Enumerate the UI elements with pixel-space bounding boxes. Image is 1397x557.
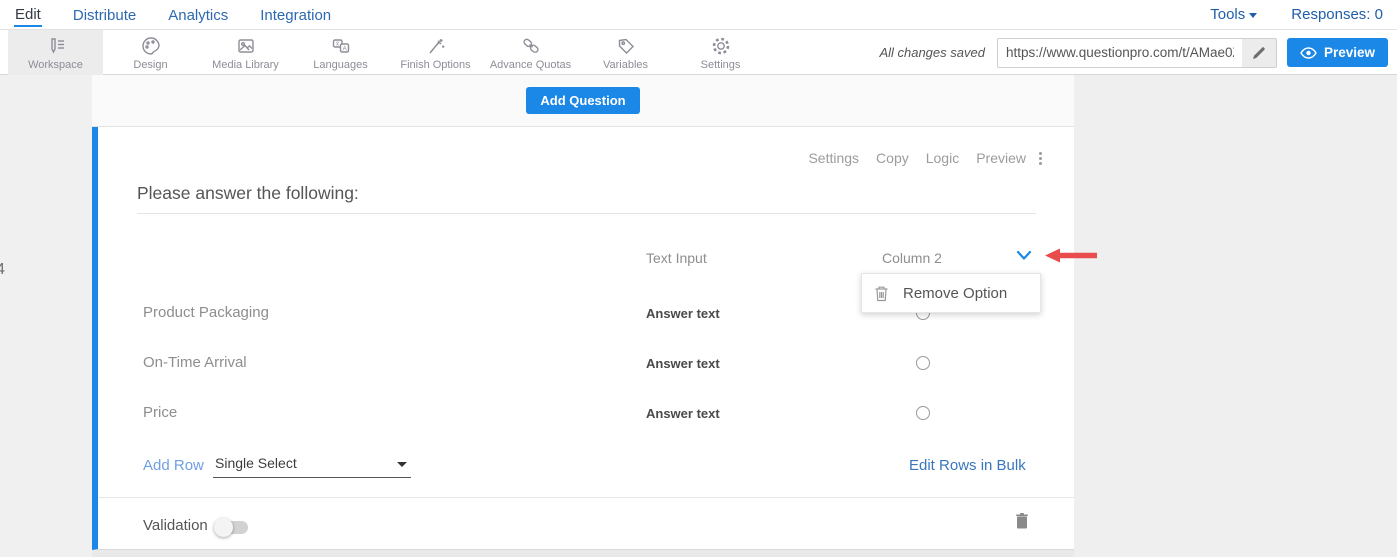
question-settings-link[interactable]: Settings [808, 150, 859, 166]
toolbar-item-workspace[interactable]: Workspace [8, 30, 103, 75]
question-number: 4 [0, 261, 5, 279]
toolbar-item-languages[interactable]: x̄A Languages [293, 30, 388, 75]
card-divider [98, 497, 1074, 498]
delete-question-trash-icon[interactable] [1014, 512, 1030, 534]
tools-label: Tools [1210, 6, 1245, 23]
variables-tag-icon [615, 35, 637, 57]
toolbar-label: Media Library [212, 59, 279, 71]
row-type-select[interactable]: Single Select [213, 453, 411, 478]
toolbar-item-media-library[interactable]: Media Library [198, 30, 293, 75]
responses-count[interactable]: Responses: 0 [1291, 6, 1383, 23]
answer-text-field[interactable]: Answer text [646, 306, 720, 321]
toolbar-label: Advance Quotas [490, 59, 571, 71]
languages-icon: x̄A [330, 35, 352, 57]
trash-outline-icon [874, 285, 889, 302]
edit-url-pencil-icon[interactable] [1242, 45, 1276, 61]
toolbar-item-finish-options[interactable]: Finish Options [388, 30, 483, 75]
question-card: Settings Copy Logic Preview Please answe… [92, 127, 1074, 550]
right-gutter [1074, 75, 1397, 557]
toolbar-label: Variables [603, 59, 648, 71]
svg-text:x̄: x̄ [336, 41, 339, 47]
toolbar-label: Design [133, 59, 167, 71]
kebab-menu-icon[interactable] [1033, 149, 1047, 167]
column-options-dropdown: Remove Option [861, 273, 1041, 313]
toolbar-item-design[interactable]: Design [103, 30, 198, 75]
workspace-icon [45, 35, 67, 57]
radio-button[interactable] [916, 356, 930, 370]
advance-quotas-link-icon [520, 35, 542, 57]
question-copy-link[interactable]: Copy [876, 150, 909, 166]
preview-label: Preview [1324, 45, 1375, 60]
toggle-knob [214, 518, 233, 537]
tools-menu[interactable]: Tools [1210, 6, 1257, 23]
row-type-value: Single Select [215, 455, 297, 471]
add-question-strip: Add Question [92, 75, 1074, 127]
survey-url-box [997, 38, 1277, 68]
row-label[interactable]: Price [143, 404, 177, 421]
select-caret-icon [397, 462, 407, 467]
row-label[interactable]: On-Time Arrival [143, 354, 247, 371]
add-question-button[interactable]: Add Question [526, 87, 639, 114]
remove-option-item[interactable]: Remove Option [903, 285, 1007, 302]
question-logic-link[interactable]: Logic [926, 150, 959, 166]
toolbar-label: Settings [701, 59, 741, 71]
validation-label: Validation [143, 517, 208, 534]
edit-rows-in-bulk-link[interactable]: Edit Rows in Bulk [909, 457, 1026, 474]
nav-tab-edit[interactable]: Edit [14, 2, 42, 27]
toolbar-item-settings[interactable]: Settings [673, 30, 768, 75]
nav-tab-integration[interactable]: Integration [259, 3, 332, 26]
column-options-chevron-icon[interactable] [1016, 248, 1032, 266]
finish-options-wand-icon [425, 35, 447, 57]
top-nav-items: Edit Distribute Analytics Integration [14, 0, 332, 29]
card-bottom-shadow [92, 550, 1074, 557]
eye-icon [1300, 47, 1317, 59]
editor-toolbar: Workspace Design Media Library x̄A Langu… [0, 29, 1397, 75]
caret-down-icon [1249, 13, 1257, 18]
question-title-underline [137, 213, 1036, 214]
column-header-column2[interactable]: Column 2 [882, 250, 942, 266]
toolbar-label: Finish Options [400, 59, 470, 71]
left-gutter: 4 [0, 75, 92, 557]
toolbar-label: Languages [313, 59, 367, 71]
toolbar-item-advance-quotas[interactable]: Advance Quotas [483, 30, 578, 75]
survey-url-input[interactable] [998, 39, 1242, 67]
annotation-arrow [1045, 248, 1097, 268]
svg-text:A: A [342, 45, 347, 52]
validation-toggle[interactable] [216, 521, 248, 534]
toolbar-item-variables[interactable]: Variables [578, 30, 673, 75]
toolbar-label: Workspace [28, 59, 83, 71]
question-preview-link[interactable]: Preview [976, 150, 1026, 166]
add-row-link[interactable]: Add Row [143, 457, 204, 474]
row-label[interactable]: Product Packaging [143, 304, 269, 321]
answer-text-field[interactable]: Answer text [646, 356, 720, 371]
top-nav: Edit Distribute Analytics Integration To… [0, 0, 1397, 29]
settings-gear-icon [710, 35, 732, 57]
nav-tab-distribute[interactable]: Distribute [72, 3, 137, 26]
save-status: All changes saved [879, 45, 985, 60]
radio-button[interactable] [916, 406, 930, 420]
question-title[interactable]: Please answer the following: [137, 183, 359, 204]
nav-tab-analytics[interactable]: Analytics [167, 3, 229, 26]
design-palette-icon [140, 35, 162, 57]
column-header-text-input: Text Input [646, 250, 707, 266]
answer-text-field[interactable]: Answer text [646, 406, 720, 421]
media-library-icon [235, 35, 257, 57]
preview-button[interactable]: Preview [1287, 38, 1388, 67]
